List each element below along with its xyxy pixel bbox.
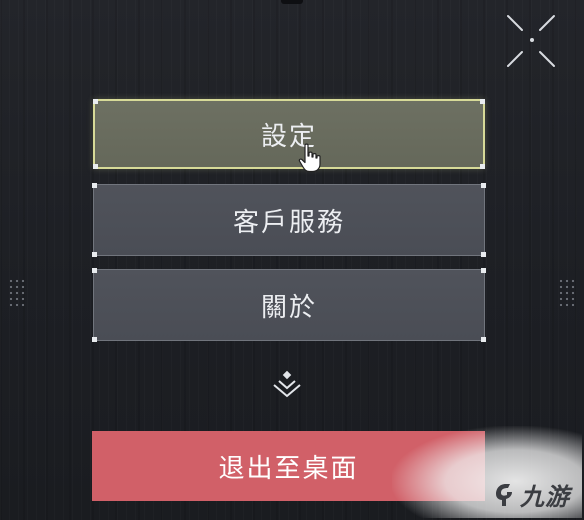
corner-marker (481, 252, 486, 257)
watermark-text: 九游 (520, 483, 570, 511)
top-notch (281, 0, 303, 4)
quit-label: 退出至桌面 (218, 453, 359, 484)
fullscreen-icon[interactable] (498, 10, 564, 72)
corner-marker (92, 268, 97, 273)
about-button[interactable]: 關於 (92, 268, 486, 342)
corner-marker (93, 164, 98, 169)
about-label: 關於 (260, 292, 317, 323)
right-dot-grid (558, 278, 576, 308)
corner-marker (480, 99, 485, 104)
corner-marker (481, 183, 486, 188)
settings-button[interactable]: 設定 (93, 99, 485, 169)
customer-service-label: 客戶服務 (232, 207, 345, 238)
corner-marker (481, 337, 486, 342)
corner-marker (92, 337, 97, 342)
corner-marker (480, 164, 485, 169)
chevron-double-down-icon[interactable] (268, 367, 306, 405)
watermark-logo: 九游 (492, 477, 570, 512)
jiuyou-logo-icon (492, 482, 516, 508)
left-dot-grid (8, 278, 26, 308)
corner-marker (92, 252, 97, 257)
settings-label: 設定 (260, 121, 317, 152)
customer-service-button[interactable]: 客戶服務 (92, 183, 486, 257)
corner-marker (93, 99, 98, 104)
corner-marker (92, 183, 97, 188)
corner-marker (481, 268, 486, 273)
